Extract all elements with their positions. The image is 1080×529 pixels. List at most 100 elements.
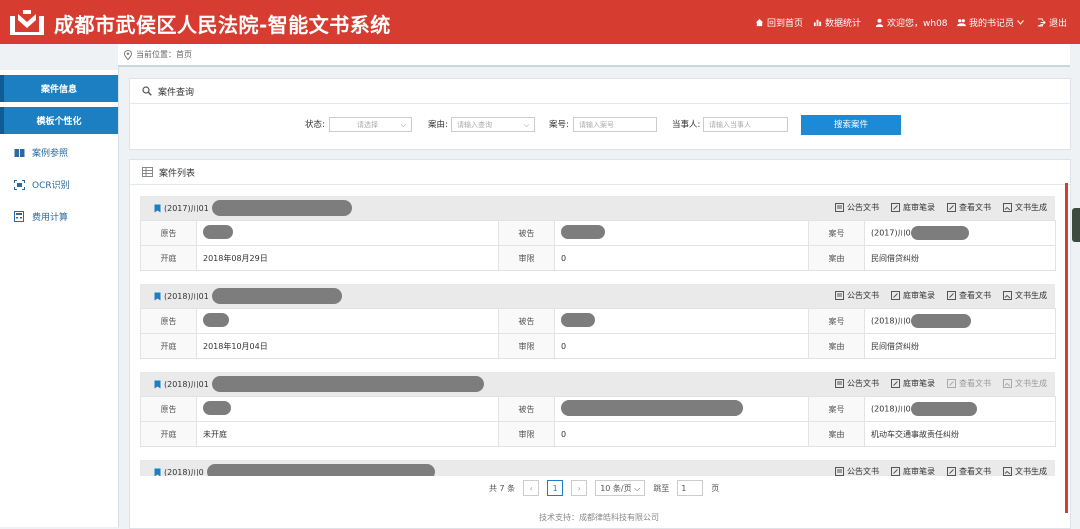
party-input[interactable]: 请输入当事人 xyxy=(703,117,788,132)
search-button[interactable]: 搜索案件 xyxy=(801,115,901,135)
prev-page-button[interactable]: ‹ xyxy=(523,480,540,496)
plaintiff-value xyxy=(196,396,499,422)
cause-select[interactable]: 请输入查询 ⌵ xyxy=(451,117,535,132)
case-number[interactable]: (2017)川01 xyxy=(140,200,352,216)
trial-record-button[interactable]: 庭审笔录 xyxy=(891,290,935,301)
status-label: 状态: xyxy=(305,120,325,130)
jump-page-input[interactable]: 1 xyxy=(677,480,704,496)
sidebar-item-ocr[interactable]: OCR识别 xyxy=(0,171,118,198)
sidebar-item-label: 模板个性化 xyxy=(36,117,82,127)
footer-credit: 技术支持：成都律皓科技有限公司 xyxy=(539,513,659,522)
pagination: 共 7 条 ‹ 1 › 10 条/页 ⌵ 跳至 1 页 xyxy=(489,480,719,496)
term-value: 0 xyxy=(554,421,809,447)
sidebar-item-label: 案件信息 xyxy=(40,85,77,95)
status-select[interactable]: 请选择 ⌵ xyxy=(329,117,412,132)
my-records-menu[interactable]: 我的书记员 xyxy=(957,16,1024,29)
pager-total: 共 7 条 xyxy=(489,483,516,493)
case-actions: 公告文书 庭审笔录 查看文书 文书生成 xyxy=(835,202,1047,213)
generate-icon xyxy=(1003,467,1012,476)
case-card-header: (2018)川01 公告文书 庭审笔录 查看文书 文书生成 xyxy=(140,284,1055,308)
term-value: 0 xyxy=(554,245,809,271)
defendant-value xyxy=(554,308,809,334)
sidebar-item-case-reference[interactable]: 案例参照 xyxy=(0,139,118,166)
cause-label: 案由 xyxy=(808,245,865,271)
case-number[interactable]: (2018)川0 xyxy=(140,464,435,476)
sidebar-top-spacer xyxy=(0,44,118,70)
logout-link[interactable]: 退出 xyxy=(1037,16,1067,29)
trial-record-button[interactable]: 庭审笔录 xyxy=(891,466,935,476)
search-panel-title: 案件查询 xyxy=(158,87,195,98)
case-card: (2018)川01 公告文书 庭审笔录 查看文书 文书生成 原告 被告 案号 (… xyxy=(140,372,1056,447)
case-no-input[interactable]: 请输入案号 xyxy=(573,117,657,132)
sidebar-item-fee-calc[interactable]: 费用计算 xyxy=(0,203,118,230)
term-label: 审限 xyxy=(498,245,555,271)
generate-doc-button[interactable]: 文书生成 xyxy=(1003,466,1047,476)
party-placeholder: 请输入当事人 xyxy=(709,121,751,129)
action-label: 查看文书 xyxy=(959,467,991,476)
next-page-button[interactable]: › xyxy=(571,480,588,496)
case-actions: 公告文书 庭审笔录 查看文书 文书生成 xyxy=(835,378,1047,389)
case-no-value: (2018)川0 xyxy=(864,308,1056,334)
case-list-header: 案件列表 xyxy=(130,160,1070,185)
generate-doc-button[interactable]: 文书生成 xyxy=(1003,202,1047,213)
page-number-button[interactable]: 1 xyxy=(547,480,564,496)
generate-doc-button[interactable]: 文书生成 xyxy=(1003,290,1047,301)
page-size-select[interactable]: 10 条/页 ⌵ xyxy=(595,480,646,496)
case-card: (2018)川0 公告文书 庭审笔录 查看文书 文书生成 xyxy=(140,460,1055,476)
bookmark-icon xyxy=(154,380,161,388)
stats-link[interactable]: 数据统计 xyxy=(813,16,861,29)
user-icon xyxy=(875,18,884,27)
view-doc-button[interactable]: 查看文书 xyxy=(947,290,991,301)
trial-record-button[interactable]: 庭审笔录 xyxy=(891,378,935,389)
edit-icon xyxy=(947,467,956,476)
list-scrollbar[interactable] xyxy=(1065,183,1068,513)
sidebar-item-case-info[interactable]: 案件信息 xyxy=(0,75,118,102)
view-doc-button[interactable]: 查看文书 xyxy=(947,202,991,213)
hearing-value: 2018年10月04日 xyxy=(196,333,499,359)
plaintiff-value xyxy=(196,308,499,334)
view-doc-button[interactable]: 查看文书 xyxy=(947,466,991,476)
trial-record-button[interactable]: 庭审笔录 xyxy=(891,202,935,213)
action-label: 查看文书 xyxy=(959,291,991,300)
generate-icon xyxy=(1003,203,1012,212)
bookmark-icon xyxy=(154,468,161,476)
document-icon xyxy=(835,379,844,388)
defendant-label: 被告 xyxy=(498,308,555,334)
document-icon xyxy=(835,203,844,212)
cause-label: 案由 xyxy=(808,333,865,359)
case-number-text: (2018)川01 xyxy=(164,379,209,389)
location-pin-icon xyxy=(124,49,132,60)
announce-doc-button[interactable]: 公告文书 xyxy=(835,290,879,301)
document-icon xyxy=(835,467,844,476)
action-label: 公告文书 xyxy=(847,291,879,300)
hearing-value: 未开庭 xyxy=(196,421,499,447)
sidebar-item-template[interactable]: 模板个性化 xyxy=(0,107,118,134)
cause-select-placeholder: 请输入查询 xyxy=(457,121,492,129)
plaintiff-value xyxy=(196,220,499,246)
chart-icon xyxy=(813,19,822,27)
case-number[interactable]: (2018)川01 xyxy=(140,288,342,304)
defendant-label: 被告 xyxy=(498,220,555,246)
chevron-left-icon: ‹ xyxy=(529,483,533,493)
breadcrumb: 当前位置：首页 xyxy=(118,44,1070,67)
announce-doc-button[interactable]: 公告文书 xyxy=(835,202,879,213)
announce-doc-button[interactable]: 公告文书 xyxy=(835,378,879,389)
side-drawer-handle[interactable] xyxy=(1072,208,1080,242)
chevron-right-icon: › xyxy=(577,483,581,493)
plaintiff-label: 原告 xyxy=(140,220,197,246)
home-link[interactable]: 回到首页 xyxy=(755,16,803,29)
user-welcome[interactable]: 欢迎您，wh08 xyxy=(875,16,948,29)
action-label: 庭审笔录 xyxy=(903,379,935,388)
home-label: 回到首页 xyxy=(767,19,804,29)
view-doc-button[interactable]: 查看文书 xyxy=(947,378,991,389)
sidebar-item-label: OCR识别 xyxy=(32,181,70,191)
cause-label: 案由: xyxy=(428,120,448,130)
document-icon xyxy=(835,291,844,300)
announce-doc-button[interactable]: 公告文书 xyxy=(835,466,879,476)
chevron-down-icon: ⌵ xyxy=(523,121,529,129)
generate-doc-button[interactable]: 文书生成 xyxy=(1003,378,1047,389)
edit-icon xyxy=(891,467,900,476)
case-number[interactable]: (2018)川01 xyxy=(140,376,484,392)
app-title: 成都市武侯区人民法院-智能文书系统 xyxy=(54,13,391,37)
action-label: 文书生成 xyxy=(1015,467,1047,476)
